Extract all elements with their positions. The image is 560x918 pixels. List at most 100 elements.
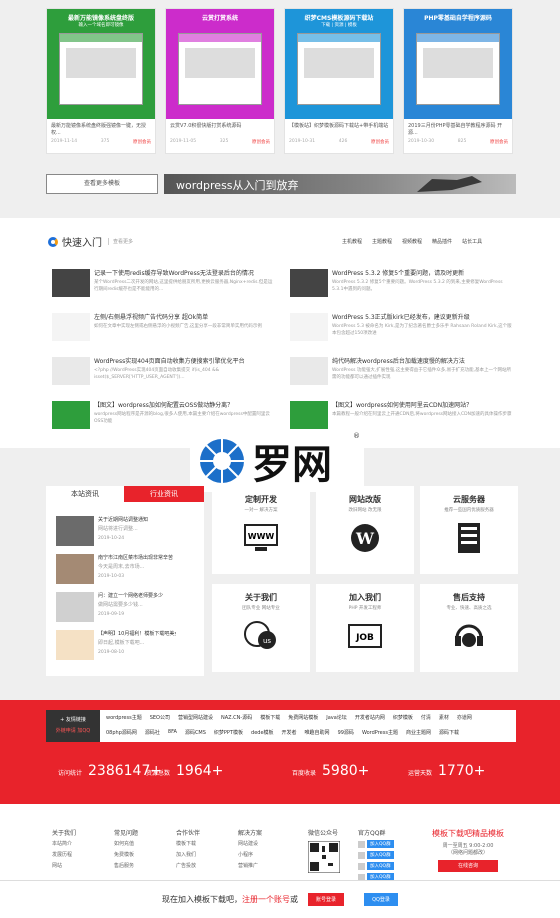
article-title[interactable]: 左侧/右侧悬浮视频广告代码分享 超Ok简单 [94, 312, 274, 321]
news-title[interactable]: 【声明】10月福利！模板下载吧美女 [98, 630, 176, 637]
news-item[interactable]: 【声明】10月福利！模板下载吧美女 即日起,模板下载吧... 2019-08-10 [56, 630, 176, 664]
service-card[interactable]: 加入我们 PHP 开发工程师 JOB [316, 584, 414, 672]
friend-link[interactable]: 付清 [417, 714, 435, 721]
tab-site-news[interactable]: 本站资讯 [46, 486, 124, 502]
service-card[interactable]: 售后支持 专业、快速、高质之选 [420, 584, 518, 672]
footer-link[interactable]: 售后服务 [114, 861, 138, 872]
qq-group-button[interactable]: 加入QQ群 [358, 862, 408, 870]
quick-tab[interactable]: 主机教程 [342, 238, 362, 245]
template-card[interactable]: 最新万能镜像系统盘终版 输入一个域名即可镜像 最新万能镜像系统盘终版强镜像一键，无授… [46, 8, 156, 154]
footer-link[interactable]: 发展历程 [52, 850, 76, 861]
article-thumbnail[interactable] [290, 269, 328, 297]
friend-link[interactable]: SEO公司 [146, 714, 174, 721]
article-title[interactable]: 记录一下使用redis缓存导致WordPress无法登录后台的情况 [94, 268, 274, 277]
template-thumbnail[interactable]: 云赏打赏系统 [166, 9, 274, 119]
article-title[interactable]: WordPress 5.3正式版kirk已经发布，建议更新升级 [332, 312, 512, 321]
friend-link[interactable]: 素材 [435, 714, 453, 721]
article-title[interactable]: 纯代码解决wordpress后台加载速度慢的解决方法 [332, 356, 512, 365]
online-consult-button[interactable]: 在线咨询 [438, 860, 498, 872]
more-templates-button[interactable]: 查看更多模板 [46, 174, 158, 194]
friend-link[interactable]: 8FA [164, 729, 181, 736]
article-item[interactable]: WordPress 5.3正式版kirk已经发布，建议更新升级 WordPress… [286, 310, 512, 344]
friend-link[interactable]: 商业主题网 [402, 729, 435, 736]
friend-link[interactable]: 亦道网 [453, 714, 476, 721]
news-item[interactable]: 关于近期网站调整通知 网站将进行调整... 2019-10-24 [56, 516, 176, 550]
footer-link[interactable]: 本站简介 [52, 839, 76, 850]
article-title[interactable]: 【图文】wordpress加如何配置云OSS做动静分离？ [94, 400, 274, 409]
article-thumbnail[interactable] [290, 401, 328, 429]
news-item[interactable]: 问：建立一个网络老师要多少 做网站需要多少钱... 2019-09-19 [56, 592, 176, 626]
article-title[interactable]: 【图文】wordpress如何使用阿里云CDN加速网站？ [332, 400, 512, 409]
quick-tab[interactable]: 主题教程 [372, 238, 392, 245]
news-item[interactable]: 南宁市江南区菜市场出现非常辛苦 今天是周末,去市场... 2019-10-03 [56, 554, 176, 588]
qq-group-button[interactable]: 加入QQ群 [358, 840, 408, 848]
tab-industry-news[interactable]: 行业资讯 [124, 486, 204, 502]
footer-link[interactable]: 网站 [52, 861, 76, 872]
article-thumbnail[interactable] [52, 357, 90, 385]
article-item[interactable]: WordPress 5.3.2 修复5个重要问题，请及时更新 WordPress … [286, 266, 512, 300]
template-caption[interactable]: 【模板站】织梦模板源码下载站+带手机端站 [285, 119, 393, 139]
article-thumbnail[interactable] [52, 313, 90, 341]
article-item[interactable]: 左侧/右侧悬浮视频广告代码分享 超Ok简单 如何在文章中实现左侧或右侧悬浮的小视频… [48, 310, 274, 344]
article-thumbnail[interactable] [290, 357, 328, 385]
template-card[interactable]: PHP零基础自学程序源码 2019三月份PHP零基础自学教程序源码 开源... 20… [403, 8, 513, 154]
template-thumbnail[interactable]: 织梦CMS模板源码下载站 下载 | 资源 | 模板 [285, 9, 393, 119]
footer-link[interactable]: 营销推广 [238, 861, 262, 872]
article-item[interactable]: 【图文】wordpress如何使用阿里云CDN加速网站？ 本篇教程一般介绍在阿里云… [286, 398, 512, 432]
friend-links-apply[interactable]: 外链申请 加QQ [46, 727, 100, 734]
service-card[interactable]: 云服务器 推荐一些国内优质服务器 [420, 486, 518, 574]
friend-link[interactable]: 99源码 [334, 729, 358, 736]
friend-link[interactable]: 源码下载 [435, 729, 463, 736]
template-caption[interactable]: 最新万能镜像系统盘终版强镜像一键，无授权... [47, 119, 155, 139]
article-title[interactable]: WordPress 5.3.2 修复5个重要问题，请及时更新 [332, 268, 512, 277]
template-thumbnail[interactable]: PHP零基础自学程序源码 [404, 9, 512, 119]
news-photo[interactable] [56, 516, 94, 546]
service-card[interactable]: 定制开发 一对一 解决方案 WWW [212, 486, 310, 574]
news-photo[interactable] [56, 630, 94, 660]
template-caption[interactable]: 2019三月份PHP零基础自学教程序源码 开源... [404, 119, 512, 139]
quick-start-more[interactable]: 查看更多 [108, 238, 133, 245]
friend-link[interactable]: 织梦模板 [389, 714, 417, 721]
friend-link[interactable]: 开发者站内网 [351, 714, 389, 721]
footer-link[interactable]: 加入我们 [176, 850, 200, 861]
friend-link[interactable]: dede模板 [247, 729, 278, 736]
friend-link[interactable]: 唯趣自助网 [301, 729, 334, 736]
quick-tab[interactable]: 站长工具 [462, 238, 482, 245]
article-thumbnail[interactable] [52, 269, 90, 297]
footer-link[interactable]: 如何充值 [114, 839, 138, 850]
template-thumbnail[interactable]: 最新万能镜像系统盘终版 输入一个域名即可镜像 [47, 9, 155, 119]
qq-login-button[interactable]: QQ登录 [364, 893, 398, 906]
friend-link[interactable]: 织梦PPT模板 [210, 729, 247, 736]
template-caption[interactable]: 云赏V7.0积很快版打赏系统源码 [166, 119, 274, 139]
template-card[interactable]: 云赏打赏系统 云赏V7.0积很快版打赏系统源码 2019-11-05 325 原创会员 [165, 8, 275, 154]
friend-link[interactable]: 源码社 [141, 729, 164, 736]
news-title[interactable]: 问：建立一个网络老师要多少 [98, 592, 163, 599]
article-item[interactable]: 纯代码解决wordpress后台加载速度慢的解决方法 WordPress 功能强大… [286, 354, 512, 388]
friend-link[interactable]: WordPress主题 [358, 729, 402, 736]
article-thumbnail[interactable] [290, 313, 328, 341]
article-item[interactable]: 记录一下使用redis缓存导致WordPress无法登录后台的情况 某个WordP… [48, 266, 274, 300]
template-card[interactable]: 织梦CMS模板源码下载站 下载 | 资源 | 模板 【模板站】织梦模板源码下载站+带… [284, 8, 394, 154]
friend-link[interactable]: 营销型网站建设 [174, 714, 217, 721]
friend-link[interactable]: 源码CMS [181, 729, 210, 736]
qq-group-button[interactable]: 加入QQ群 [358, 851, 408, 859]
article-item[interactable]: 【图文】wordpress加如何配置云OSS做动静分离？ wordpress网站程… [48, 398, 274, 432]
wordpress-banner[interactable]: wordpress从入门到放弃 [164, 174, 516, 194]
account-login-button[interactable]: 账号登录 [308, 893, 345, 906]
news-title[interactable]: 南宁市江南区菜市场出现非常辛苦 [98, 554, 173, 561]
footer-link[interactable]: 免费模板 [114, 850, 138, 861]
friend-link[interactable]: 08php源码网 [102, 729, 141, 736]
friend-link[interactable]: 开发者 [278, 729, 301, 736]
news-photo[interactable] [56, 554, 94, 584]
footer-link[interactable]: 模板下载 [176, 839, 200, 850]
footer-link[interactable]: 广告投放 [176, 861, 200, 872]
friend-link[interactable]: Java论坛 [322, 714, 351, 721]
footer-link[interactable]: 网站建设 [238, 839, 262, 850]
service-card[interactable]: 网站改版 改旧网站 改无限 W [316, 486, 414, 574]
service-card[interactable]: 关于我们 团队专业 网站专业 us [212, 584, 310, 672]
news-photo[interactable] [56, 592, 94, 622]
article-item[interactable]: WordPress实现404页面自动收集方便搜索引擎优化平台 <?php //Wo… [48, 354, 274, 388]
friend-link[interactable]: 免费网站模板 [284, 714, 322, 721]
article-title[interactable]: WordPress实现404页面自动收集方便搜索引擎优化平台 [94, 356, 274, 365]
article-thumbnail[interactable] [52, 401, 90, 429]
